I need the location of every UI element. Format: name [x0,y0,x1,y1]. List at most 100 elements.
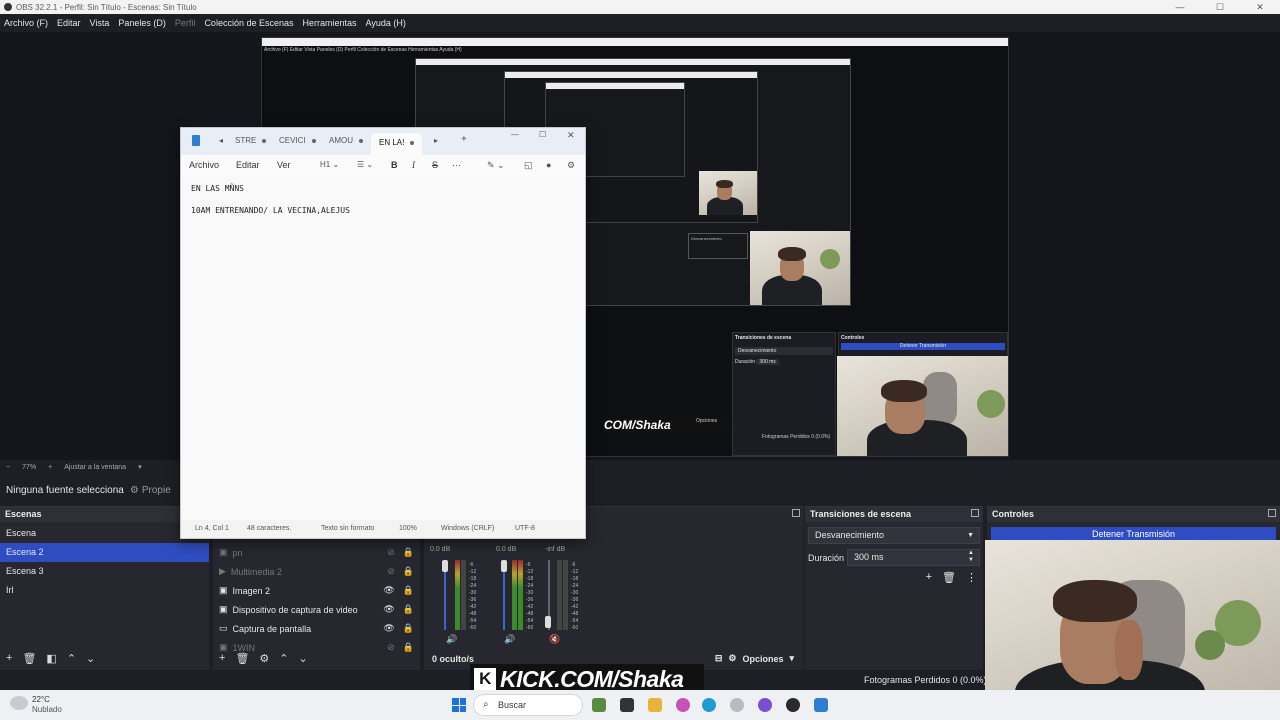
lock-icon[interactable]: 🔒 [403,566,414,577]
heading-select[interactable]: H1 ⌄ [320,160,339,169]
notepad-menu-edit[interactable]: Editar [236,160,260,170]
close-button[interactable]: ✕ [1240,0,1280,14]
list-icon[interactable]: ☰ ⌄ [357,160,373,169]
eye-hidden-icon[interactable]: ⊘ [387,566,395,577]
mixer-gear-icon[interactable]: ⚙ [728,653,736,664]
notepad-tab[interactable]: CEVICI [279,136,316,145]
properties-button[interactable]: ⚙ Propie [130,485,171,496]
speaker-icon[interactable]: 🔊 [504,634,515,645]
dock-float-button[interactable] [971,509,979,517]
add-scene-button[interactable]: + [6,652,12,664]
chevron-down-icon[interactable]: ▾ [789,653,794,664]
zoom-out-button[interactable]: − [6,464,10,471]
source-item[interactable]: ▣ pn ⊘ 🔒 [213,543,420,562]
fader-knob[interactable] [501,560,507,572]
new-tab-button[interactable]: + [461,134,467,145]
copilot-icon[interactable] [676,698,690,712]
menu-scene-collection[interactable]: Colección de Escenas [204,18,293,28]
chevron-down-icon[interactable]: ▾ [138,463,142,471]
app-icon[interactable] [592,698,606,712]
move-up-button[interactable]: ⌃ [279,652,288,665]
remove-scene-button[interactable]: 🗑 [22,652,36,665]
close-button[interactable]: ✕ [567,130,575,141]
notepad-menu-file[interactable]: Archivo [189,160,219,170]
zoom-fit-select[interactable]: Ajustar a la ventana [64,464,126,471]
windows-start-icon[interactable] [452,698,466,712]
account-icon[interactable]: ● [546,160,551,170]
share-icon[interactable]: ◱ [524,160,533,171]
discord-icon[interactable] [758,698,772,712]
minimize-button[interactable]: — [511,130,519,139]
add-transition-button[interactable]: + [926,571,932,584]
remove-transition-button[interactable]: 🗑 [942,571,956,584]
bold-icon[interactable]: B [391,160,398,170]
add-source-button[interactable]: + [219,652,225,664]
copilot-icon[interactable]: ✎ ⌄ [487,160,505,171]
eye-hidden-icon[interactable]: ⊘ [387,547,395,558]
muted-speaker-icon[interactable]: 🔇 [549,634,560,645]
eye-hidden-icon[interactable]: ⊘ [387,642,395,653]
menu-edit[interactable]: Editar [57,18,81,28]
notepad-menu-view[interactable]: Ver [277,160,291,170]
advanced-audio-icon[interactable]: ⊟ [715,653,723,664]
settings-app-icon[interactable] [730,698,744,712]
speaker-icon[interactable]: 🔊 [446,634,457,645]
dock-float-button[interactable] [792,509,800,517]
notepad-editor[interactable]: EN LAS MÑNS 10AM ENTRENANDO/ LA VECINA,A… [191,183,350,216]
options-button[interactable]: Opciones [742,654,783,664]
transition-select[interactable]: Desvanecimiento ▼ [808,527,980,544]
filters-button[interactable]: ◧ [46,652,56,665]
weather-temp[interactable]: 22°C [32,695,50,704]
scene-item-selected[interactable]: Escena 2 [0,543,209,562]
move-down-button[interactable]: ⌄ [86,652,95,665]
scene-item[interactable]: Irl [0,581,209,600]
strikethrough-icon[interactable]: S [432,160,438,170]
duration-input[interactable]: 300 ms ▲ ▼ [847,549,980,566]
menu-tools[interactable]: Herramientas [303,18,357,28]
notepad-tab[interactable]: STRE [235,136,267,145]
eye-icon[interactable]: 👁 [383,623,394,634]
move-down-button[interactable]: ⌄ [299,652,308,665]
minimize-button[interactable]: — [1160,0,1200,14]
source-item[interactable]: ▣ Imagen 2 👁 🔒 [213,581,420,600]
fader-knob[interactable] [545,616,551,628]
notepad-window[interactable]: ◂ STRE CEVICI AMOU EN LA! ▸ + — ☐ ✕ Arch… [180,127,586,539]
edge-icon[interactable] [702,698,716,712]
source-item[interactable]: ▶ Multimedia 2 ⊘ 🔒 [213,562,420,581]
fader-knob[interactable] [442,560,448,572]
taskbar-search[interactable]: ⌕ Buscar [473,694,583,716]
italic-icon[interactable]: I [412,160,415,170]
lock-icon[interactable]: 🔒 [403,623,414,634]
menu-help[interactable]: Ayuda (H) [366,18,406,28]
lock-icon[interactable]: 🔒 [403,604,414,615]
obs-icon[interactable] [786,698,800,712]
lock-icon[interactable]: 🔒 [403,547,414,558]
notepad-tab-active[interactable]: EN LA! [371,133,423,155]
maximize-button[interactable]: ☐ [539,130,546,139]
zoom-in-button[interactable]: + [48,464,52,471]
file-explorer-icon[interactable] [648,698,662,712]
weather-desc[interactable]: Nublado [32,705,62,714]
notepad-taskbar-icon[interactable] [814,698,828,712]
settings-icon[interactable]: ⚙ [567,160,575,171]
dock-float-button[interactable] [1268,509,1276,517]
notepad-tab[interactable]: AMOU [329,136,363,145]
move-up-button[interactable]: ⌃ [67,652,76,665]
source-item[interactable]: ▭ Captura de pantalla 👁 🔒 [213,619,420,638]
menu-profile[interactable]: Perfil [175,18,196,28]
menu-docks[interactable]: Paneles (D) [118,18,166,28]
scene-item[interactable]: Escena [0,524,209,543]
lock-icon[interactable]: 🔒 [403,585,414,596]
more-options-icon[interactable]: ⋮ [966,571,977,584]
menu-view[interactable]: Vista [90,18,110,28]
scene-item[interactable]: Escena 3 [0,562,209,581]
source-settings-button[interactable]: ⚙ [259,652,269,665]
menu-file[interactable]: Archivo (F) [4,18,48,28]
source-item[interactable]: ▣ Dispositivo de captura de video 👁 🔒 [213,600,420,619]
tab-scroll-right-icon[interactable]: ▸ [434,136,438,145]
remove-source-button[interactable]: 🗑 [235,652,249,665]
eye-icon[interactable]: 👁 [383,604,394,615]
task-view-icon[interactable] [620,698,634,712]
lock-icon[interactable]: 🔒 [403,642,414,653]
eye-icon[interactable]: 👁 [383,585,394,596]
